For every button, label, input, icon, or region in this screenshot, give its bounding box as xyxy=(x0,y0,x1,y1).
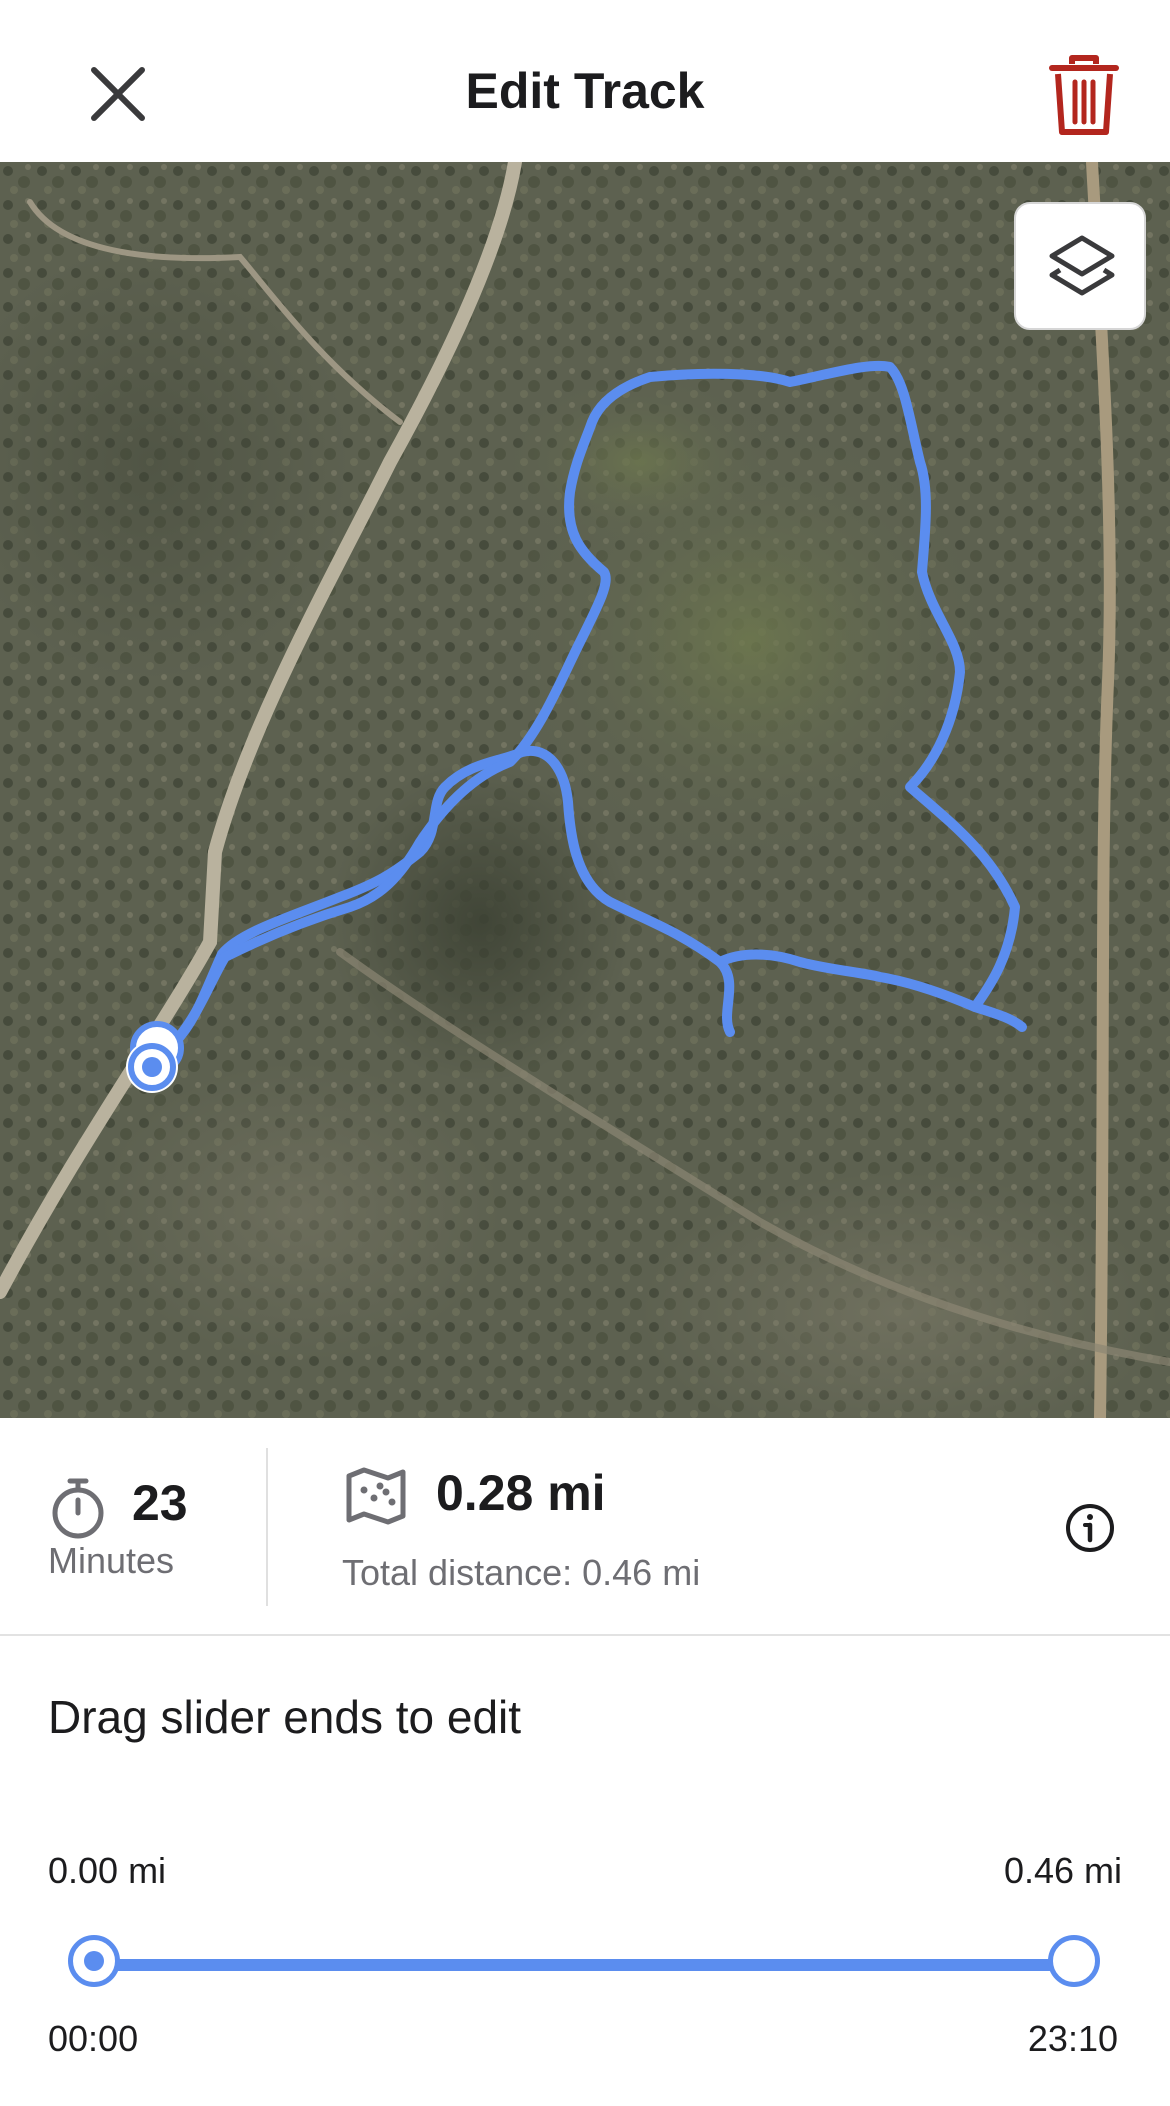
delete-button[interactable] xyxy=(1046,54,1122,138)
range-end-distance: 0.46 mi xyxy=(1003,1850,1122,1891)
section-divider xyxy=(0,1634,1170,1636)
slider-track xyxy=(94,1959,1074,1971)
map-layers-button[interactable] xyxy=(1014,202,1146,330)
map-icon xyxy=(346,1467,406,1525)
slider-end-handle[interactable] xyxy=(1048,1935,1100,1987)
page-title: Edit Track xyxy=(465,63,705,119)
duration-unit: Minutes xyxy=(48,1540,175,1581)
range-start-distance: 0.00 mi xyxy=(48,1850,167,1891)
info-icon xyxy=(1066,1504,1114,1552)
trash-icon xyxy=(1049,55,1119,135)
total-distance-label: Total distance: 0.46 mi xyxy=(342,1552,701,1593)
layers-icon xyxy=(1049,235,1115,296)
track-stats: 23 Minutes 0.28 mi Total distance: 0.46 … xyxy=(0,1418,1170,1636)
range-end-time: 23:10 xyxy=(1027,2018,1118,2059)
range-start-time: 00:00 xyxy=(48,2018,139,2059)
slider-start-handle[interactable] xyxy=(68,1935,120,1987)
selected-distance-value: 0.28 mi xyxy=(436,1465,606,1521)
satellite-map[interactable] xyxy=(0,162,1170,1418)
trim-range-slider[interactable] xyxy=(64,1935,1106,1995)
stats-divider xyxy=(266,1448,268,1606)
timer-icon xyxy=(52,1478,104,1539)
edit-instruction: Drag slider ends to edit xyxy=(48,1691,522,1743)
header-bar: Edit Track xyxy=(0,0,1170,162)
duration-value: 23 xyxy=(132,1475,188,1531)
info-button[interactable] xyxy=(1064,1502,1116,1554)
map-canvas xyxy=(0,162,1170,1418)
